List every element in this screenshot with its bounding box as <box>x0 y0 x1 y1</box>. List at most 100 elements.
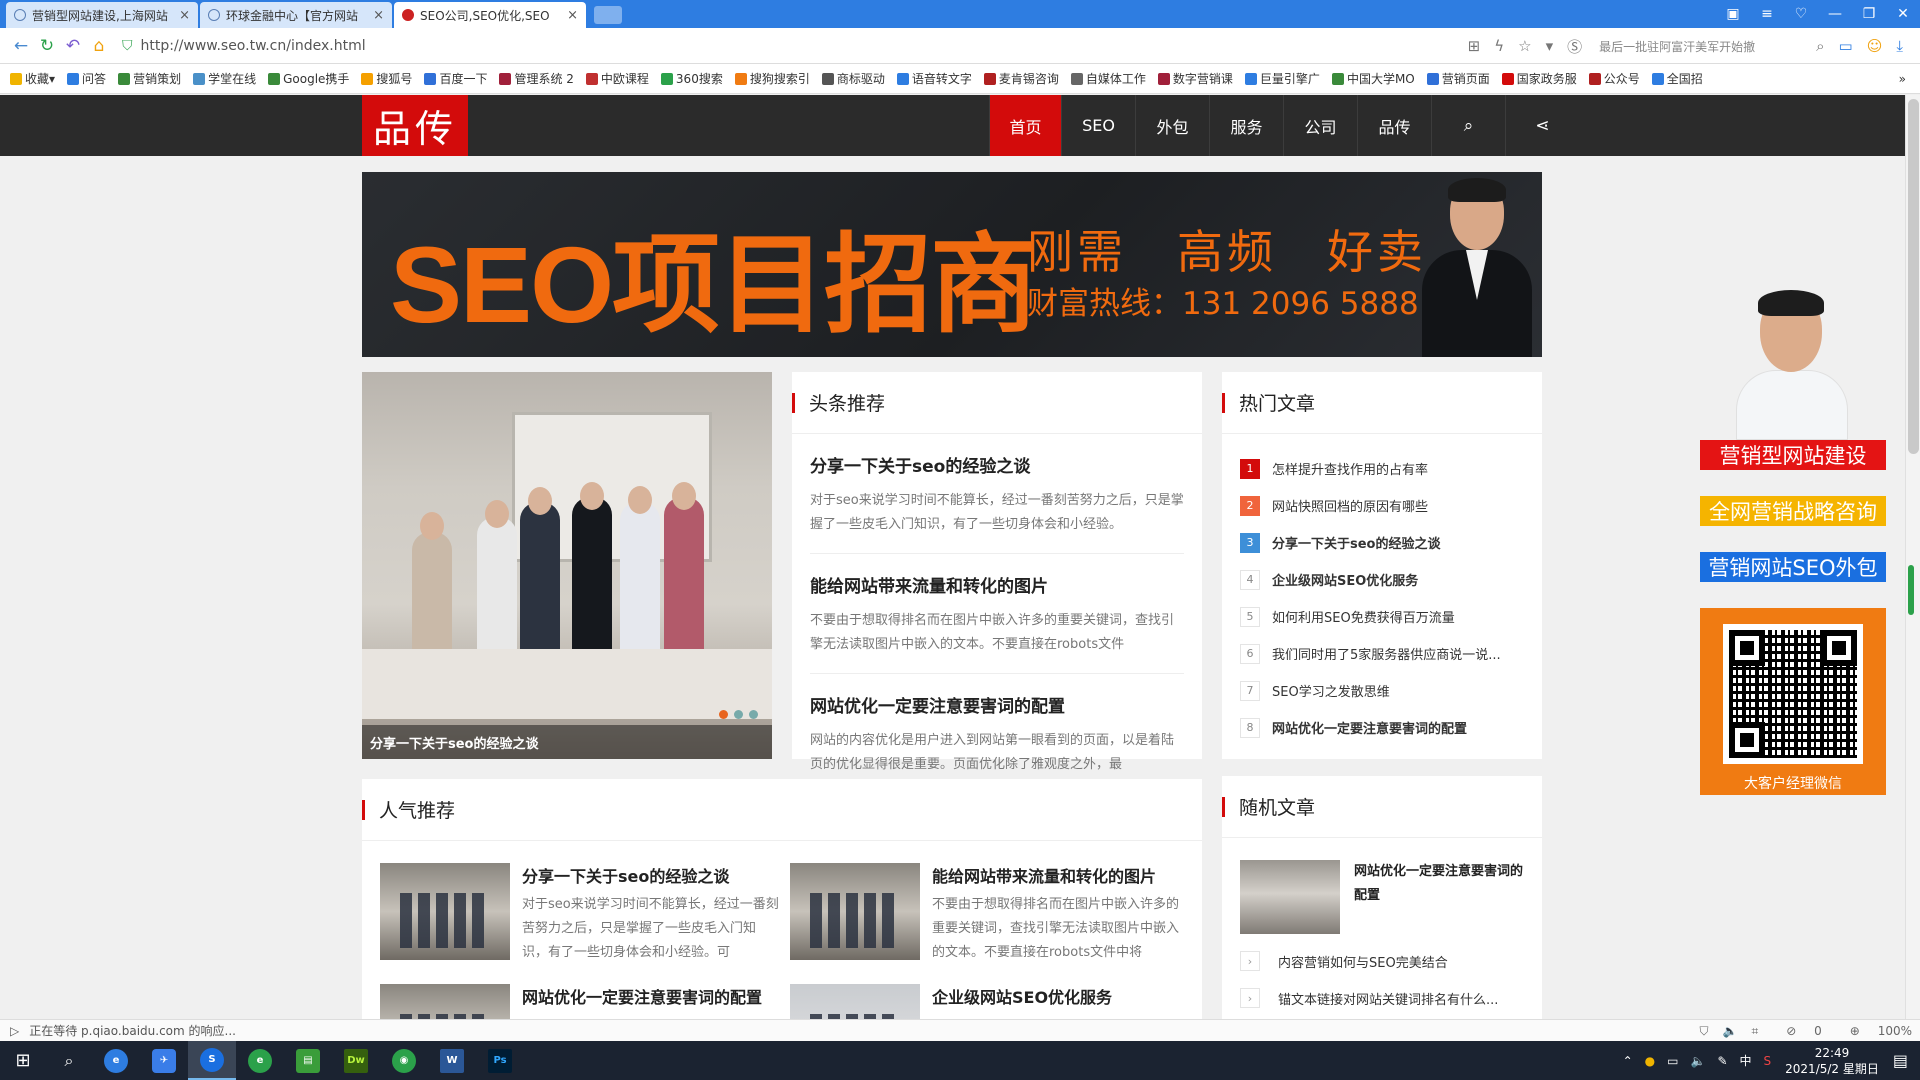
back-arrow-icon[interactable]: ← <box>8 36 34 56</box>
bookmark-item[interactable]: 巨量引擎广 <box>1244 70 1320 87</box>
headline-item[interactable]: 网站优化一定要注意要害词的配置 网站的内容优化是用户进入到网站第一眼看到的页面，… <box>810 674 1184 793</box>
taskbar-app-word[interactable]: W <box>428 1041 476 1080</box>
hot-item-title[interactable]: SEO学习之发散思维 <box>1272 681 1524 700</box>
bookmark-item[interactable]: 公众号 <box>1588 70 1640 87</box>
popular-item-title[interactable]: 能给网站带来流量和转化的图片 <box>932 863 1156 887</box>
headline-item-title[interactable]: 网站优化一定要注意要害词的配置 <box>810 692 1184 717</box>
sound-icon[interactable]: 🔈 <box>1723 1024 1738 1038</box>
bookmark-item[interactable]: 商标驱动 <box>821 70 885 87</box>
random-item[interactable]: › 内容营销如何与SEO完美结合 <box>1240 946 1530 976</box>
skin-icon[interactable]: ♡ <box>1784 6 1818 22</box>
bookmark-item[interactable]: 营销页面 <box>1426 70 1490 87</box>
zoom-level[interactable]: ⊕ 100% <box>1836 1024 1912 1038</box>
hot-item-title[interactable]: 分享一下关于seo的经验之谈 <box>1272 533 1524 552</box>
sogou-ime-icon[interactable]: S <box>1764 1054 1772 1068</box>
hot-item[interactable]: 1 怎样提升查找作用的占有率 <box>1240 450 1524 487</box>
menu-item-seo[interactable]: SEO <box>1061 95 1135 156</box>
bookmark-item[interactable]: 语音转文字 <box>896 70 972 87</box>
menu-item-home[interactable]: 首页 <box>989 95 1061 156</box>
float-button-website[interactable]: 营销型网站建设 <box>1700 440 1886 470</box>
slide-caption[interactable]: 分享一下关于seo的经验之谈 <box>362 725 772 759</box>
minimize-button[interactable]: — <box>1818 6 1852 22</box>
popular-item-title[interactable]: 网站优化一定要注意要害词的配置 <box>522 984 762 1008</box>
emoji-icon[interactable]: ☺ <box>1867 37 1883 55</box>
taskbar-app-360[interactable]: e <box>236 1041 284 1080</box>
close-window-button[interactable]: ✕ <box>1886 6 1920 22</box>
hot-item-title[interactable]: 企业级网站SEO优化服务 <box>1272 570 1524 589</box>
popular-item[interactable]: 能给网站带来流量和转化的图片 不要由于想取得排名而在图片中嵌入许多的重要关键词，… <box>790 863 1190 963</box>
browser-tab[interactable]: 营销型网站建设,上海网站 × <box>6 2 198 28</box>
hot-item-title[interactable]: 怎样提升查找作用的占有率 <box>1272 459 1524 478</box>
bookmark-item[interactable]: 搜狗搜索引 <box>734 70 810 87</box>
restore-button[interactable]: ❐ <box>1852 6 1886 22</box>
taskbar-app-feishu[interactable]: ✈ <box>140 1041 188 1080</box>
hot-item[interactable]: 4 企业级网站SEO优化服务 <box>1240 561 1524 598</box>
download-icon[interactable]: ⤓ <box>1896 37 1903 55</box>
page-scrollbar[interactable] <box>1905 95 1920 1019</box>
article-thumbnail[interactable] <box>380 863 510 960</box>
random-item-title[interactable]: 内容营销如何与SEO完美结合 <box>1278 952 1448 971</box>
hot-item[interactable]: 5 如何利用SEO免费获得百万流量 <box>1240 598 1524 635</box>
reading-mode-icon[interactable]: ▣ <box>1716 6 1750 22</box>
article-thumbnail[interactable] <box>380 984 510 1019</box>
random-item[interactable]: › 锚文本链接对网站关键词排名有什么... <box>1240 983 1530 1013</box>
refresh-icon[interactable]: ↻ <box>34 36 60 56</box>
hot-item-title[interactable]: 网站快照回档的原因有哪些 <box>1272 496 1524 515</box>
site-logo[interactable]: 品传 <box>362 95 468 156</box>
random-item-title[interactable]: 锚文本链接对网站关键词排名有什么... <box>1278 989 1498 1008</box>
hot-item[interactable]: 2 网站快照回档的原因有哪些 <box>1240 487 1524 524</box>
bookmark-item[interactable]: 搜狐号 <box>361 70 412 87</box>
popular-item[interactable]: 网站优化一定要注意要害词的配置 <box>380 984 780 1019</box>
home-icon[interactable]: ⌂ <box>86 36 112 56</box>
hot-item-title[interactable]: 我们同时用了5家服务器供应商说一说... <box>1272 644 1524 663</box>
bookmark-item[interactable]: 百度一下 <box>424 70 487 87</box>
popular-item[interactable]: 分享一下关于seo的经验之谈 对于seo来说学习时间不能算长，经过一番刻苦努力之… <box>380 863 780 963</box>
bookmark-item[interactable]: 收藏 ▾ <box>10 70 55 87</box>
ime-indicator[interactable]: 中 <box>1740 1052 1752 1069</box>
bookmark-item[interactable]: 学堂在线 <box>193 70 256 87</box>
bookmark-item[interactable]: 麦肯锡咨询 <box>983 70 1059 87</box>
sidebar-toggle-icon[interactable]: ▷ <box>10 1024 19 1038</box>
screenshot-icon[interactable]: ⌗ <box>1752 1024 1759 1039</box>
network-icon[interactable]: ▭ <box>1667 1054 1678 1068</box>
popular-item[interactable]: 企业级网站SEO优化服务 <box>790 984 1190 1019</box>
bookmark-item[interactable]: 国家政务服 <box>1501 70 1577 87</box>
taskbar-app-wechat[interactable]: ◉ <box>380 1041 428 1080</box>
notification-icon[interactable]: ▤ <box>1893 1051 1908 1070</box>
featured-slider[interactable]: 分享一下关于seo的经验之谈 <box>362 372 772 759</box>
hot-item[interactable]: 3 分享一下关于seo的经验之谈 <box>1240 524 1524 561</box>
float-button-seo-outsource[interactable]: 营销网站SEO外包 <box>1700 552 1886 582</box>
bookmark-item[interactable]: 问答 <box>67 70 106 87</box>
bookmark-item[interactable]: 360搜索 <box>660 70 723 87</box>
float-button-strategy[interactable]: 全网营销战略咨询 <box>1700 496 1886 526</box>
system-clock[interactable]: 22:49 2021/5/2 星期日 <box>1785 1045 1879 1077</box>
bookmark-item[interactable]: 管理系统 2 <box>499 70 574 87</box>
adblock-count[interactable]: ⊘ 0 <box>1772 1024 1822 1038</box>
screen-icon[interactable]: ▭ <box>1839 37 1853 55</box>
hot-item[interactable]: 6 我们同时用了5家服务器供应商说一说... <box>1240 635 1524 672</box>
scrollbar-thumb[interactable] <box>1908 99 1919 454</box>
headline-item-title[interactable]: 分享一下关于seo的经验之谈 <box>810 452 1184 477</box>
menu-item-pinchuan[interactable]: 品传 <box>1357 95 1431 156</box>
slider-dot[interactable] <box>734 710 743 719</box>
search-engine-icon[interactable]: Ⓢ <box>1567 36 1582 57</box>
tray-expand-icon[interactable]: ⌃ <box>1623 1054 1633 1068</box>
tab-close-icon[interactable]: × <box>373 8 384 23</box>
bookmark-item[interactable]: 自媒体工作 <box>1070 70 1146 87</box>
new-tab-button[interactable] <box>594 6 622 24</box>
popular-item-title[interactable]: 企业级网站SEO优化服务 <box>932 984 1112 1008</box>
undo-close-icon[interactable]: ↶ <box>60 36 86 56</box>
tab-close-icon[interactable]: × <box>179 8 190 23</box>
article-thumbnail[interactable] <box>790 984 920 1019</box>
bookmark-item[interactable]: 数字营销课 <box>1157 70 1233 87</box>
volume-icon[interactable]: 🔈 <box>1691 1054 1706 1068</box>
article-thumbnail[interactable] <box>790 863 920 960</box>
hot-item[interactable]: 8 网站优化一定要注意要害词的配置 <box>1240 709 1524 746</box>
headline-item[interactable]: 分享一下关于seo的经验之谈 对于seo来说学习时间不能算长，经过一番刻苦努力之… <box>810 434 1184 554</box>
bookmark-item[interactable]: Google携手 <box>268 70 349 87</box>
headline-item-title[interactable]: 能给网站带来流量和转化的图片 <box>810 572 1184 597</box>
tray-app-icon[interactable]: ● <box>1645 1054 1655 1068</box>
taskbar-app-files[interactable]: ▤ <box>284 1041 332 1080</box>
hot-item[interactable]: 7 SEO学习之发散思维 <box>1240 672 1524 709</box>
slider-dot[interactable] <box>749 710 758 719</box>
